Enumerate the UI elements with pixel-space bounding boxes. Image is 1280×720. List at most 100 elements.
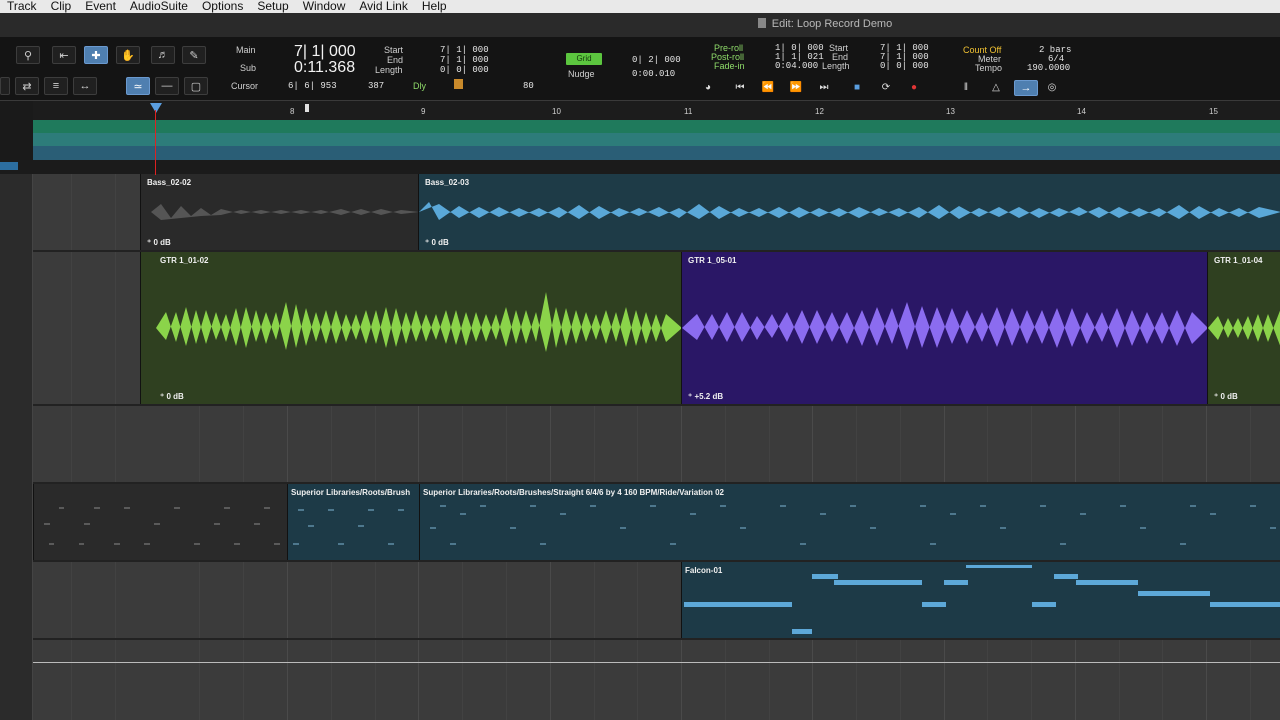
menu-options[interactable]: Options: [202, 0, 243, 13]
ruler-divider: [0, 160, 1280, 174]
menu-setup[interactable]: Setup: [257, 0, 288, 13]
clip-gain: ⁺ 0 dB: [160, 392, 184, 401]
clip-bass-02-03[interactable]: Bass_02-03 ⁺ 0 dB: [418, 174, 1280, 250]
bar-8: 8: [290, 107, 295, 116]
expand-icon[interactable]: [0, 162, 18, 170]
link-track-icon[interactable]: —: [155, 77, 179, 95]
fast-forward-icon[interactable]: ⏩: [786, 80, 806, 96]
trim-tool-icon[interactable]: ⇤: [52, 46, 76, 64]
grid-mode-icon[interactable]: ↔: [73, 77, 97, 95]
bar-15: 15: [1209, 107, 1218, 116]
document-icon: [757, 18, 766, 28]
stop-icon[interactable]: ■: [847, 80, 867, 96]
insertion-follows-icon[interactable]: ▢: [184, 77, 208, 95]
clip-gtr-1-05-01[interactable]: GTR 1_05-01 ⁺ +5.2 dB: [681, 252, 1207, 404]
menu-event[interactable]: Event: [85, 0, 116, 13]
slip-mode-icon[interactable]: ⇄: [15, 77, 39, 95]
midi-notes: [684, 565, 1280, 634]
tracks-area[interactable]: Bass_02-02 ⁺ 0 dB Bass_02-03 ⁺ 0 dB GTR …: [0, 174, 1280, 720]
midi-clip-falcon-01[interactable]: Falcon-01: [681, 562, 1280, 638]
dly-label[interactable]: Dly: [413, 81, 426, 91]
return-to-zero-icon[interactable]: ⏮: [730, 80, 750, 96]
bar-10: 10: [552, 107, 561, 116]
menu-help[interactable]: Help: [422, 0, 447, 13]
grabber-hand-icon[interactable]: ✋: [116, 46, 140, 64]
playhead-line: [155, 110, 156, 175]
shuffle-mode-icon[interactable]: [0, 77, 10, 95]
online-icon[interactable]: ◕: [698, 80, 718, 96]
sub-counter[interactable]: 0:11.368: [294, 59, 355, 77]
waveform: [1208, 310, 1280, 346]
marker-flag-icon[interactable]: [305, 104, 309, 112]
go-to-end-icon[interactable]: ⏭: [814, 80, 834, 96]
cursor-extra-value: 387: [368, 81, 385, 91]
midi-clip-straight[interactable]: Superior Libraries/Roots/Brushes/Straigh…: [419, 484, 1280, 560]
clip-gain: ⁺ 0 dB: [425, 238, 449, 247]
solo-icon[interactable]: [454, 79, 463, 89]
marker-lane-3[interactable]: [33, 146, 1280, 160]
edit-toolbar: ⚲ ⇤ ✚ ✋ ♬ ✎ ⇄ ≡ ↔ ≃ — ▢ Main 7| 1| 000 S…: [0, 37, 1280, 100]
link-timeline-icon[interactable]: ≃: [126, 77, 150, 95]
midi-notes: [430, 505, 1276, 545]
transport-length[interactable]: 0| 0| 000: [880, 61, 929, 71]
tempo-label: Tempo: [975, 63, 1003, 73]
pencil-tool-icon[interactable]: ✎: [182, 46, 206, 64]
window-title: Edit: Loop Record Demo: [771, 18, 893, 30]
fadein-label[interactable]: Fade-in: [714, 61, 745, 71]
midi-clip-inactive[interactable]: [33, 484, 287, 560]
track-left-strip: [0, 174, 33, 720]
fadein-value[interactable]: 0:04.000: [775, 61, 818, 71]
selection-end[interactable]: 7| 1| 000: [440, 55, 489, 65]
conductor-icon[interactable]: →: [1014, 80, 1038, 96]
main-counter-label: Main: [236, 45, 256, 55]
rewind-icon[interactable]: ⏪: [758, 80, 778, 96]
metronome-icon[interactable]: △: [986, 80, 1006, 96]
wait-for-note-icon[interactable]: ‖: [956, 80, 976, 96]
scrubber-speaker-icon[interactable]: ♬: [151, 46, 175, 64]
menu-avid-link[interactable]: Avid Link: [359, 0, 407, 13]
nudge-value[interactable]: 0:00.010: [632, 69, 675, 79]
menu-clip[interactable]: Clip: [51, 0, 72, 13]
end-label: End: [387, 55, 404, 65]
loop-play-icon[interactable]: ⟳: [876, 80, 896, 96]
selection-start[interactable]: 7| 1| 000: [440, 45, 489, 55]
menu-audiosuite[interactable]: AudioSuite: [130, 0, 188, 13]
playhead-marker-icon[interactable]: [150, 103, 162, 113]
spot-mode-icon[interactable]: ≡: [44, 77, 68, 95]
bar-13: 13: [946, 107, 955, 116]
zoom-tool-icon[interactable]: ⚲: [16, 46, 40, 64]
clip-gtr-1-01-04[interactable]: GTR 1_01-04 ⁺ 0 dB: [1207, 252, 1280, 404]
transport-length-label: Length: [822, 61, 850, 71]
clip-gain: ⁺ 0 dB: [147, 238, 171, 247]
waveform: [151, 204, 418, 220]
bar-12: 12: [815, 107, 824, 116]
clip-gtr-1-01-02[interactable]: GTR 1_01-02 ⁺ 0 dB: [140, 252, 681, 404]
marker-lane-2[interactable]: [33, 133, 1280, 146]
nudge-label: Nudge: [568, 69, 595, 79]
marker-lane-1[interactable]: [33, 120, 1280, 133]
clip-gain: ⁺ +5.2 dB: [688, 392, 724, 401]
length-label: Length: [375, 65, 403, 75]
grid-value[interactable]: 0| 2| 000: [632, 55, 681, 65]
midi-notes: [293, 509, 404, 545]
marker-lanes: [33, 120, 1280, 160]
clip-bass-02-02[interactable]: Bass_02-02 ⁺ 0 dB: [140, 174, 418, 250]
grid-button[interactable]: Grid: [566, 53, 602, 65]
clip-gain: ⁺ 0 dB: [1214, 392, 1238, 401]
waveform: [682, 302, 1207, 350]
midi-notes: [44, 507, 280, 545]
window-title-bar: Edit: Loop Record Demo: [0, 13, 1280, 37]
record-icon[interactable]: ●: [904, 80, 924, 96]
cursor-extra2-value: 80: [523, 81, 534, 91]
midi-clip-brush[interactable]: Superior Libraries/Roots/Brush: [287, 484, 419, 560]
bars-beats-ruler[interactable]: 8 9 10 11 12 13 14 15: [33, 101, 1280, 120]
cursor-position: 6| 6| 953: [288, 81, 337, 91]
sub-counter-label: Sub: [240, 63, 257, 73]
tempo-value[interactable]: 190.0000: [1027, 63, 1070, 73]
midi-merge-icon[interactable]: ◎: [1042, 80, 1062, 96]
menu-track[interactable]: Track: [7, 0, 37, 13]
menu-window[interactable]: Window: [303, 0, 346, 13]
selection-length[interactable]: 0| 0| 000: [440, 65, 489, 75]
ruler-labels: [0, 101, 33, 161]
smart-tool-icon[interactable]: ✚: [84, 46, 108, 64]
